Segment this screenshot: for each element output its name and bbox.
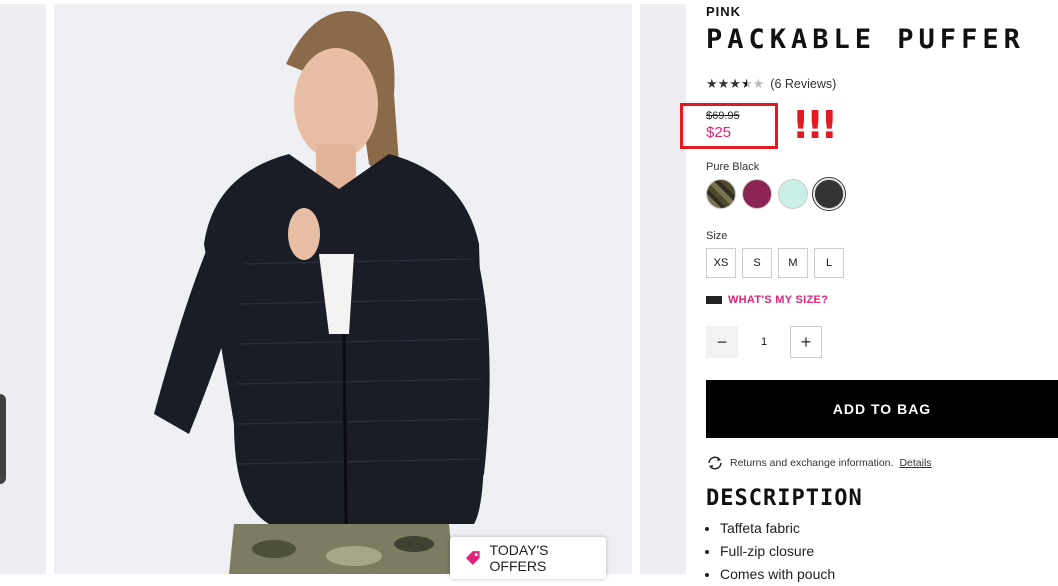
quantity-value[interactable]: 1 bbox=[738, 336, 790, 348]
ruler-icon bbox=[706, 296, 722, 304]
selected-color-label: Pure Black bbox=[706, 161, 760, 173]
gallery-thumb-right[interactable] bbox=[640, 4, 686, 574]
todays-offers-label: TODAY'S OFFERS bbox=[489, 542, 549, 574]
thumb-edge bbox=[0, 394, 6, 484]
whats-my-size-label: WHAT'S MY SIZE? bbox=[728, 294, 829, 306]
quantity-decrease-button[interactable]: − bbox=[706, 326, 738, 358]
rating[interactable]: ★★★★★ (6 Reviews) bbox=[706, 76, 836, 92]
tag-icon bbox=[465, 551, 480, 565]
color-swatches bbox=[706, 177, 846, 211]
product-photo bbox=[54, 4, 632, 574]
size-options: XS S M L bbox=[706, 248, 844, 278]
returns-info: Returns and exchange information. Details bbox=[706, 456, 932, 470]
size-xs-button[interactable]: XS bbox=[706, 248, 736, 278]
size-s-button[interactable]: S bbox=[742, 248, 772, 278]
exclamation-annotation: !!! bbox=[792, 103, 838, 147]
exchange-icon bbox=[708, 456, 722, 470]
size-l-button[interactable]: L bbox=[814, 248, 844, 278]
add-to-bag-button[interactable]: ADD TO BAG bbox=[706, 380, 1058, 438]
todays-offers-button[interactable]: TODAY'S OFFERS bbox=[450, 537, 606, 579]
description-item: Comes with pouch bbox=[720, 563, 835, 586]
swatch-berry[interactable] bbox=[742, 179, 772, 209]
reviews-link[interactable]: (6 Reviews) bbox=[770, 77, 836, 91]
description-item: Taffeta fabric bbox=[720, 517, 835, 540]
description-item: Full-zip closure bbox=[720, 540, 835, 563]
quantity-increase-button[interactable]: + bbox=[790, 326, 822, 358]
star-empty: ★ bbox=[752, 76, 765, 91]
brand-name: PINK bbox=[706, 4, 742, 19]
swatch-black[interactable] bbox=[812, 177, 846, 211]
swatch-mint[interactable] bbox=[778, 179, 808, 209]
product-title: PACKABLE PUFFER bbox=[706, 24, 1025, 55]
description-heading: DESCRIPTION bbox=[706, 486, 863, 511]
description-list: Taffeta fabric Full-zip closure Comes wi… bbox=[706, 517, 835, 586]
gallery-thumb-left[interactable] bbox=[0, 4, 46, 574]
size-label: Size bbox=[706, 230, 728, 242]
stars-full: ★★★ bbox=[706, 76, 741, 91]
swatch-camo[interactable] bbox=[706, 179, 736, 209]
sale-price: $25 bbox=[706, 124, 732, 141]
original-price: $69.95 bbox=[706, 110, 740, 122]
size-m-button[interactable]: M bbox=[778, 248, 808, 278]
quantity-stepper: − 1 + bbox=[706, 326, 822, 358]
returns-details-link[interactable]: Details bbox=[899, 457, 931, 469]
star-rating: ★★★★★ bbox=[706, 76, 764, 92]
star-half: ★ bbox=[740, 76, 753, 91]
whats-my-size-link[interactable]: WHAT'S MY SIZE? bbox=[706, 294, 828, 306]
returns-text: Returns and exchange information. bbox=[730, 457, 894, 469]
